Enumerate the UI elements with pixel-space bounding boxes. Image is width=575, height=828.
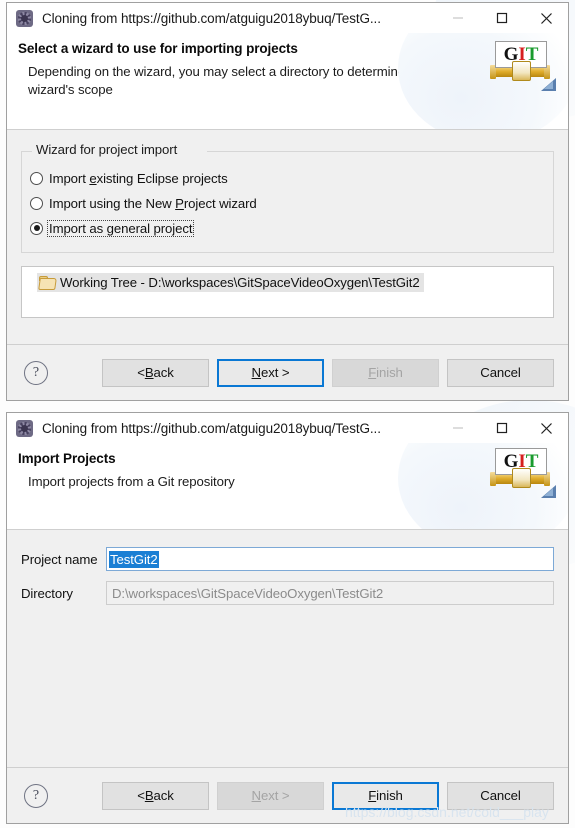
git-logo-icon: GIT xyxy=(490,41,556,91)
minimize-icon[interactable] xyxy=(436,3,480,33)
next-button: Next > xyxy=(217,781,324,810)
dialog-one-body: Wizard for project import Import existin… xyxy=(7,130,568,344)
maximize-icon[interactable] xyxy=(480,3,524,33)
radio-import-existing-eclipse-projects[interactable]: Import existing Eclipse projects xyxy=(30,167,553,189)
page-description: Import projects from a Git repository xyxy=(28,474,235,489)
dialog-one-wizard-buttons: < Back Next > Finish Cancel xyxy=(102,358,554,387)
back-button[interactable]: < Back xyxy=(102,358,209,387)
dialog-one-button-bar: ? < Back Next > Finish Cancel xyxy=(7,344,568,400)
dialog-one-header: Select a wizard to use for importing pro… xyxy=(7,33,568,130)
help-button[interactable]: ? xyxy=(24,783,48,808)
directory-input: D:\workspaces\GitSpaceVideoOxygen\TestGi… xyxy=(106,581,554,605)
dialog-one-title: Cloning from https://github.com/atguigu2… xyxy=(42,10,381,26)
directory-row: Directory D:\workspaces\GitSpaceVideoOxy… xyxy=(21,581,554,605)
next-button[interactable]: Next > xyxy=(217,358,324,387)
project-name-input[interactable]: TestGit2 xyxy=(106,547,554,571)
git-clone-window-icon xyxy=(16,419,33,437)
page-title: Select a wizard to use for importing pro… xyxy=(18,41,298,56)
directory-label: Directory xyxy=(21,585,73,601)
radio-label: Import as general project xyxy=(47,219,195,237)
git-clone-window-icon xyxy=(16,9,33,27)
dialog-two-header-text: Import Projects Import projects from a G… xyxy=(7,447,568,521)
dialog-two-titlebar[interactable]: Cloning from https://github.com/atguigu2… xyxy=(7,413,568,443)
radio-mark-icon xyxy=(30,196,43,210)
dialog-two-header: Import Projects Import projects from a G… xyxy=(7,443,568,530)
group-legend: Wizard for project import xyxy=(33,142,183,157)
project-name-value: TestGit2 xyxy=(109,550,159,568)
radio-label: Import existing Eclipse projects xyxy=(49,170,228,186)
working-tree-list[interactable]: Working Tree - D:\workspaces\GitSpaceVid… xyxy=(21,266,554,318)
import-wizard-selection-dialog: Cloning from https://github.com/atguigu2… xyxy=(6,2,569,401)
radio-mark-icon xyxy=(30,171,43,185)
back-button[interactable]: < Back xyxy=(102,781,209,810)
cancel-button[interactable]: Cancel xyxy=(447,358,554,387)
page-description: Depending on the wizard, you may select … xyxy=(28,64,427,97)
dialog-two-caption-buttons xyxy=(436,413,568,443)
folder-icon xyxy=(38,276,57,290)
dialog-one-titlebar[interactable]: Cloning from https://github.com/atguigu2… xyxy=(7,3,568,33)
dialog-two-body: Project name TestGit2 Directory D:\works… xyxy=(7,530,568,767)
import-projects-form: Project name TestGit2 Directory D:\works… xyxy=(21,542,554,605)
wizard-for-project-import-group: Wizard for project import Import existin… xyxy=(21,142,554,253)
git-logo-icon: GIT xyxy=(490,448,556,498)
radio-label: Import using the New Project wizard xyxy=(49,195,257,211)
working-tree-label: Working Tree - D:\workspaces\GitSpaceVid… xyxy=(60,275,420,290)
dialog-two-title: Cloning from https://github.com/atguigu2… xyxy=(42,420,381,436)
close-icon[interactable] xyxy=(524,413,568,443)
dialog-two-button-bar: ? < Back Next > Finish Cancel https://bl… xyxy=(7,767,568,823)
import-projects-dialog: Cloning from https://github.com/atguigu2… xyxy=(6,412,569,824)
dialog-one-header-text: Select a wizard to use for importing pro… xyxy=(7,37,568,121)
project-name-row: Project name TestGit2 xyxy=(21,547,554,571)
finish-button[interactable]: Finish xyxy=(332,781,439,810)
radio-import-as-general-project[interactable]: Import as general project xyxy=(30,217,553,239)
close-icon[interactable] xyxy=(524,3,568,33)
list-item[interactable]: Working Tree - D:\workspaces\GitSpaceVid… xyxy=(37,273,424,292)
screenshot-root: Cloning from https://github.com/atguigu2… xyxy=(0,0,575,828)
dialog-two-wizard-buttons: < Back Next > Finish Cancel xyxy=(102,781,554,810)
maximize-icon[interactable] xyxy=(480,413,524,443)
radio-import-using-new-project-wizard[interactable]: Import using the New Project wizard xyxy=(30,192,553,214)
help-button[interactable]: ? xyxy=(24,360,48,385)
project-name-label: Project name xyxy=(21,551,98,567)
dialog-one-caption-buttons xyxy=(436,3,568,33)
radio-mark-icon xyxy=(30,221,43,235)
finish-button: Finish xyxy=(332,358,439,387)
minimize-icon[interactable] xyxy=(436,413,480,443)
page-title: Import Projects xyxy=(18,451,116,466)
wizard-radio-list: Import existing Eclipse projects Import … xyxy=(22,151,553,244)
cancel-button[interactable]: Cancel xyxy=(447,781,554,810)
